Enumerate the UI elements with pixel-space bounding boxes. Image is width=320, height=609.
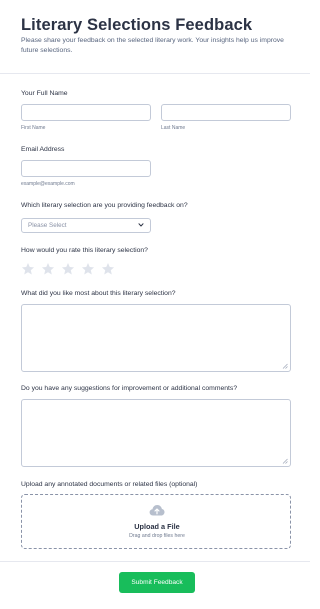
star-icon[interactable] — [101, 262, 115, 276]
submit-button[interactable]: Submit Feedback — [119, 572, 195, 593]
full-name-label: Your Full Name — [21, 90, 68, 97]
email-label: Email Address — [21, 146, 65, 153]
upload-subtitle: Drag and drop files here — [129, 533, 185, 539]
form-header: Literary Selections Feedback Please shar… — [0, 0, 310, 74]
last-name-input[interactable] — [161, 104, 291, 121]
liked-label: What did you like most about this litera… — [21, 290, 176, 297]
email-sublabel: example@example.com — [21, 181, 75, 187]
chevron-down-icon — [138, 223, 144, 227]
dropdown-placeholder: Please Select — [28, 222, 67, 229]
suggestions-label: Do you have any suggestions for improvem… — [21, 385, 238, 392]
star-icon[interactable] — [21, 262, 35, 276]
page-title: Literary Selections Feedback — [21, 16, 253, 34]
liked-textarea[interactable] — [21, 304, 291, 372]
upload-title: Upload a File — [134, 522, 180, 531]
resize-handle-icon[interactable] — [282, 458, 288, 464]
first-name-sublabel: First Name — [21, 125, 46, 131]
literary-selection-dropdown[interactable]: Please Select — [21, 218, 151, 233]
star-icon[interactable] — [61, 262, 75, 276]
page-subtitle: Please share your feedback on the select… — [21, 37, 284, 54]
resize-handle-icon[interactable] — [282, 363, 288, 369]
suggestions-textarea[interactable] — [21, 399, 291, 467]
star-icon[interactable] — [81, 262, 95, 276]
file-upload-dropzone[interactable]: Upload a File Drag and drop files here — [21, 494, 291, 549]
upload-label: Upload any annotated documents or relate… — [21, 481, 198, 488]
last-name-sublabel: Last Name — [161, 125, 186, 131]
selection-label: Which literary selection are you providi… — [21, 202, 188, 209]
star-icon[interactable] — [41, 262, 55, 276]
cloud-upload-icon — [149, 505, 165, 516]
email-input[interactable] — [21, 160, 151, 177]
footer-divider — [0, 561, 310, 562]
first-name-input[interactable] — [21, 104, 151, 121]
rating-label: How would you rate this literary selecti… — [21, 247, 148, 254]
